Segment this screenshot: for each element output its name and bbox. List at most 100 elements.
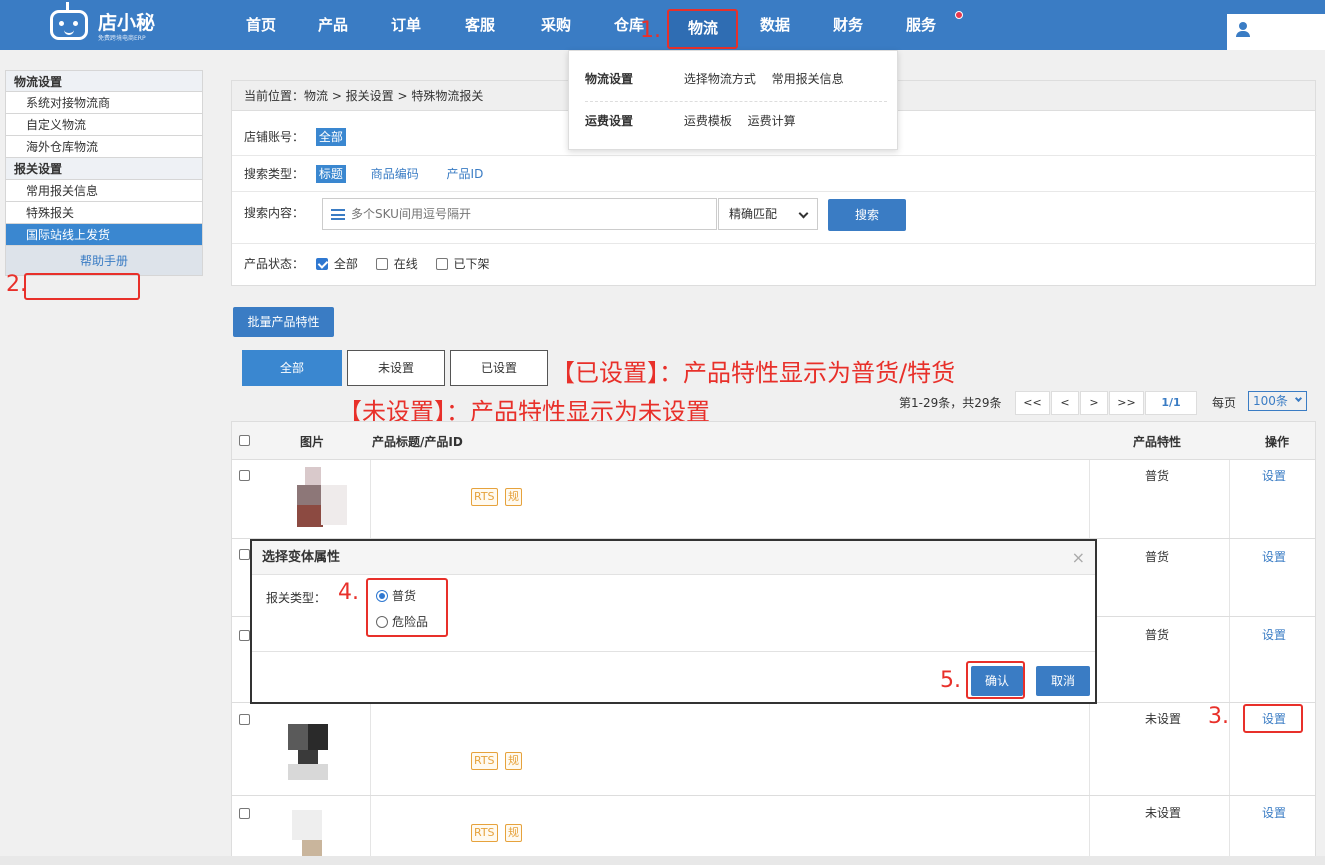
sidebar-section-logistics: 物流设置 [5, 70, 203, 92]
set-link[interactable]: 设置 [1262, 548, 1286, 565]
dropdown-group-freight: 运费设置 [585, 114, 634, 128]
nav-orders[interactable]: 订单 [391, 14, 421, 35]
status-offline-option[interactable]: 已下架 [435, 257, 490, 271]
search-type-label: 搜索类型： [244, 167, 305, 181]
row-checkbox[interactable] [239, 470, 250, 481]
sidebar-item-customs-info[interactable]: 常用报关信息 [5, 180, 203, 202]
sidebar-section-customs: 报关设置 [5, 158, 203, 180]
per-page-select[interactable]: 100条 [1248, 391, 1307, 411]
set-link[interactable]: 设置 [1262, 710, 1286, 727]
match-mode-select[interactable]: 精确匹配 [718, 198, 818, 230]
nav-home[interactable]: 首页 [246, 14, 276, 35]
dialog-title: 选择变体属性 [252, 541, 1095, 575]
feature-value: 普货 [1145, 469, 1170, 483]
row-checkbox[interactable] [239, 549, 250, 560]
nav-finance[interactable]: 财务 [833, 14, 863, 35]
tab-set[interactable]: 已设置 [450, 350, 548, 386]
robot-logo-icon [50, 10, 88, 40]
status-online-option[interactable]: 在线 [375, 257, 418, 271]
rts-badge: RTS [471, 488, 498, 506]
feature-value: 普货 [1145, 550, 1170, 564]
top-nav-bar: 店小秘 免费跨境电商ERP 首页 产品 订单 客服 采购 仓库 物流 数据 财务… [0, 0, 1325, 50]
checkbox-checked-icon[interactable] [315, 258, 328, 270]
list-icon [331, 209, 345, 220]
logo-subtitle: 免费跨境电商ERP [98, 35, 146, 42]
menu-item-freight-template[interactable]: 运费模板 [684, 114, 732, 128]
help-manual-link[interactable]: 帮助手册 [5, 246, 203, 276]
pager-first[interactable]: << [1015, 391, 1050, 415]
logo-name: 店小秘 [98, 12, 156, 34]
search-button[interactable]: 搜索 [828, 199, 906, 231]
step-2-marker: 2. [6, 272, 27, 297]
status-row: 产品状态： 全部 在线 已下架 [244, 254, 504, 274]
sidebar-item-special-customs[interactable]: 特殊报关 [5, 202, 203, 224]
col-title: 产品标题/产品ID [372, 435, 463, 449]
sidebar-item-overseas-warehouse[interactable]: 海外仓库物流 [5, 136, 203, 158]
rule-badge: 规 [505, 752, 522, 770]
table-header: 图片 产品标题/产品ID 产品特性 操作 [232, 422, 1315, 460]
search-box[interactable] [322, 198, 717, 230]
select-all-checkbox[interactable] [239, 435, 250, 446]
sidebar-item-custom-logistics[interactable]: 自定义物流 [5, 114, 203, 136]
type-title[interactable]: 标题 [315, 165, 346, 183]
rts-badge: RTS [471, 752, 498, 770]
nav-services[interactable]: 服务 [906, 14, 936, 35]
set-link[interactable]: 设置 [1262, 467, 1286, 484]
row-checkbox[interactable] [239, 808, 250, 819]
pager-prev[interactable]: < [1051, 391, 1079, 415]
left-sidebar: 物流设置 系统对接物流商 自定义物流 海外仓库物流 报关设置 常用报关信息 特殊… [5, 70, 203, 276]
step-5-marker: 5. [940, 668, 961, 693]
user-icon[interactable] [1236, 22, 1250, 38]
col-action: 操作 [1265, 435, 1290, 449]
search-input[interactable] [351, 205, 711, 223]
logo[interactable]: 店小秘 免费跨境电商ERP [50, 2, 180, 44]
step-4-marker: 4. [338, 580, 359, 605]
close-icon[interactable]: × [1072, 548, 1085, 567]
radio-dangerous-goods[interactable]: 危险品 [376, 613, 428, 630]
tab-all[interactable]: 全部 [242, 350, 342, 386]
tab-unset[interactable]: 未设置 [347, 350, 445, 386]
set-link[interactable]: 设置 [1262, 804, 1286, 821]
status-all-option[interactable]: 全部 [315, 257, 358, 271]
row-checkbox[interactable] [239, 630, 250, 641]
radio-selected-icon[interactable] [376, 590, 388, 602]
per-page-label: 每页 [1212, 396, 1237, 410]
nav-purchase[interactable]: 采购 [541, 14, 571, 35]
checkbox-icon[interactable] [435, 258, 448, 270]
radio-icon[interactable] [376, 616, 388, 628]
nav-logistics[interactable]: 物流 [669, 10, 737, 48]
sidebar-item-intl-online-shipping[interactable]: 国际站线上发货 [5, 224, 203, 246]
nav-data[interactable]: 数据 [760, 14, 790, 35]
menu-item-select-logistics[interactable]: 选择物流方式 [684, 72, 756, 86]
sidebar-item-system-carriers[interactable]: 系统对接物流商 [5, 92, 203, 114]
row-checkbox[interactable] [239, 714, 250, 725]
nav-service[interactable]: 客服 [465, 14, 495, 35]
chevron-down-icon [1294, 394, 1303, 403]
notification-dot [955, 11, 963, 19]
feature-value: 未设置 [1145, 712, 1182, 726]
feature-value: 未设置 [1145, 806, 1182, 820]
pager-next[interactable]: > [1080, 391, 1108, 415]
dropdown-group-logistics: 物流设置 [585, 72, 634, 86]
radio-general-cargo[interactable]: 普货 [376, 587, 416, 604]
shop-all-tag[interactable]: 全部 [315, 128, 346, 146]
status-label: 产品状态： [244, 257, 305, 271]
type-product-code[interactable]: 商品编码 [368, 165, 422, 183]
checkbox-icon[interactable] [375, 258, 388, 270]
batch-product-feature-button[interactable]: 批量产品特性 [233, 307, 334, 337]
logistics-dropdown-menu: 物流设置 选择物流方式 常用报关信息 运费设置 运费模板 运费计算 [568, 50, 898, 150]
step-1-marker: 1. [640, 18, 661, 43]
search-content-label: 搜索内容： [244, 206, 305, 220]
pager-info: 第1-29条，共29条 [899, 396, 1002, 410]
type-product-id[interactable]: 产品ID [444, 165, 487, 183]
confirm-button[interactable]: 确认 [971, 666, 1023, 696]
menu-item-customs-info[interactable]: 常用报关信息 [772, 72, 844, 86]
pager-last[interactable]: >> [1109, 391, 1144, 415]
menu-item-freight-calc[interactable]: 运费计算 [748, 114, 796, 128]
nav-products[interactable]: 产品 [318, 14, 348, 35]
set-link[interactable]: 设置 [1262, 626, 1286, 643]
cancel-button[interactable]: 取消 [1036, 666, 1090, 696]
shop-filter-row: 店铺账号： 全部 [244, 127, 364, 147]
col-feature: 产品特性 [1133, 435, 1182, 449]
select-variant-attribute-dialog: 选择变体属性 × 报关类型： 普货 危险品 确认 取消 [250, 539, 1097, 704]
